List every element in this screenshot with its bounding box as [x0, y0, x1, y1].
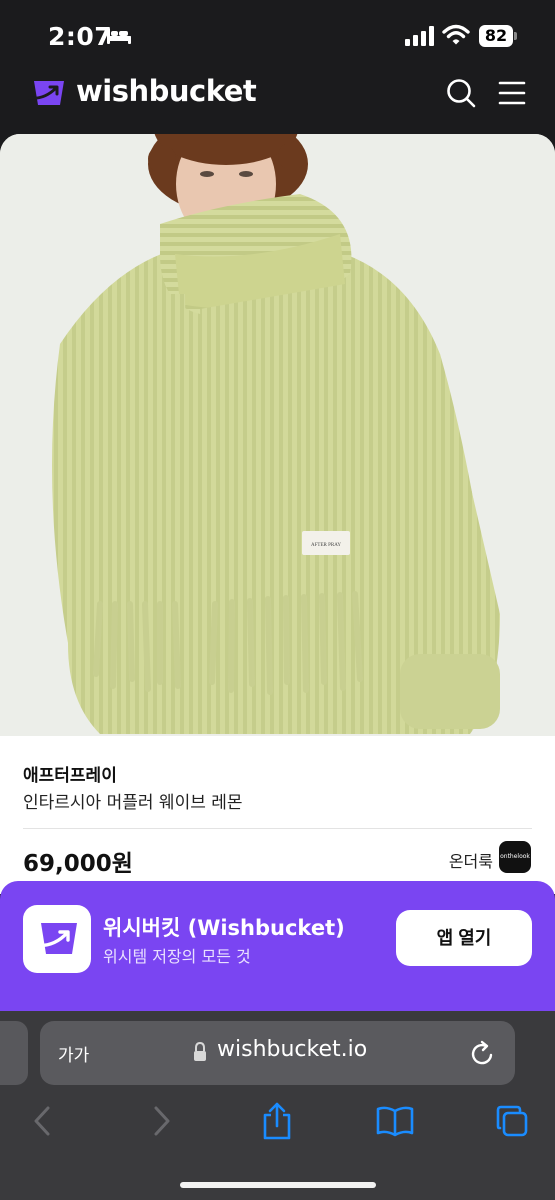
text-size-button[interactable]: 가가 [58, 1041, 89, 1066]
address-bar[interactable]: 가가 wishbucket.io [40, 1021, 515, 1085]
product-price: 69,000원 [23, 851, 133, 877]
logo-text[interactable]: wishbucket [76, 74, 257, 108]
share-icon [263, 1102, 291, 1140]
signal-icon [405, 26, 434, 46]
status-time: 2:07 [48, 22, 113, 51]
wifi-icon [442, 24, 470, 45]
previous-tab-preview[interactable] [0, 1021, 28, 1085]
bed-icon [107, 28, 131, 44]
back-icon [34, 1106, 50, 1136]
tabs-button[interactable] [490, 1099, 534, 1143]
forward-icon [154, 1106, 170, 1136]
browser-nav-row [0, 1099, 555, 1143]
share-button[interactable] [255, 1099, 299, 1143]
wishbucket-app-icon [23, 905, 91, 973]
wishbucket-logo-icon[interactable] [28, 78, 68, 108]
open-app-button[interactable]: 앱 열기 [396, 910, 532, 966]
product-card: AFTER PRAY 애프터프레이 인타르시아 머플러 웨이브 레몬 69,00… [0, 134, 555, 894]
product-name[interactable]: 인타르시아 머플러 웨이브 레몬 [23, 788, 243, 813]
battery-icon: 82 [479, 25, 517, 47]
shop-logo[interactable]: onthelook [499, 841, 531, 873]
banner-subtitle: 위시템 저장의 모든 것 [103, 947, 251, 966]
bookmarks-icon [376, 1106, 414, 1137]
back-button[interactable] [20, 1099, 64, 1143]
divider [23, 828, 532, 829]
lock-icon [194, 1042, 206, 1061]
reload-icon[interactable] [470, 1039, 496, 1067]
menu-icon[interactable] [498, 80, 526, 106]
battery-level: 82 [479, 25, 513, 47]
status-bar: 2:07 82 [0, 0, 555, 70]
scarf-label: AFTER PRAY [311, 543, 341, 548]
product-image[interactable]: AFTER PRAY [0, 134, 555, 736]
shop-name[interactable]: 온더룩 [449, 848, 493, 872]
app-header: wishbucket [0, 70, 555, 136]
browser-toolbar: 가가 wishbucket.io [0, 1011, 555, 1200]
home-indicator [180, 1182, 376, 1188]
url-text[interactable]: wishbucket.io [217, 1037, 367, 1062]
bookmarks-button[interactable] [373, 1099, 417, 1143]
app-download-banner: 위시버킷 (Wishbucket) 위시템 저장의 모든 것 앱 열기 [0, 881, 555, 1011]
forward-button[interactable] [140, 1099, 184, 1143]
search-icon[interactable] [446, 78, 476, 108]
tabs-icon [496, 1105, 528, 1137]
brand-name[interactable]: 애프터프레이 [23, 761, 117, 786]
banner-title: 위시버킷 (Wishbucket) [103, 916, 345, 940]
